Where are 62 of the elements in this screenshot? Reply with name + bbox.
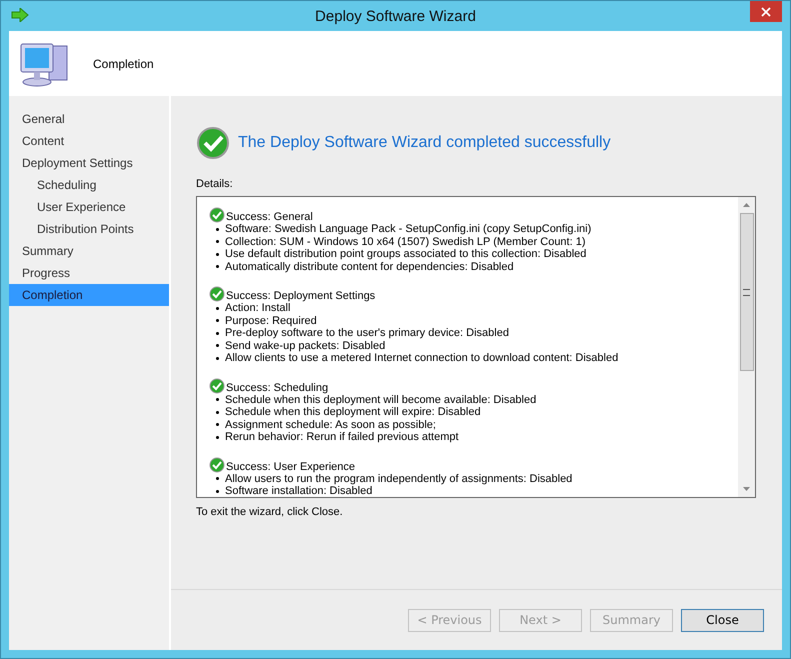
nav-item[interactable]: Completion <box>9 284 169 306</box>
detail-text: Schedule when this deployment will become available: Disabled <box>225 394 536 406</box>
nav-item[interactable]: Scheduling <box>9 174 169 196</box>
success-message: The Deploy Software Wizard completed successfully <box>238 134 611 152</box>
bullet-icon <box>216 490 219 493</box>
nav-item[interactable]: Distribution Points <box>9 218 169 240</box>
bullet-icon <box>216 410 219 414</box>
section-title: Success: General <box>226 211 313 223</box>
nav-item[interactable]: Deployment Settings <box>9 152 169 174</box>
scroll-up-icon <box>743 203 750 207</box>
bullet-icon <box>216 423 219 426</box>
detail-text: Schedule when this deployment will expire: Disabled <box>225 406 481 418</box>
scroll-thumb[interactable] <box>740 213 754 371</box>
bullet-icon <box>216 228 219 231</box>
detail-text: Software: Swedish Language Pack - SetupConfig.ini (copy SetupConfig.ini) <box>225 223 592 236</box>
bullet-icon <box>216 306 219 310</box>
nav-item[interactable]: Progress <box>9 262 169 284</box>
detail-text: Assignment schedule: As soon as possible; <box>225 418 436 431</box>
detail-text: Action: Install <box>225 302 290 314</box>
wizard-button[interactable]: Close <box>681 608 764 632</box>
detail-text: Send wake-up packets: Disabled <box>225 340 386 352</box>
details-label: Details: <box>196 178 234 190</box>
check-icon <box>209 456 225 472</box>
nav-item[interactable]: Summary <box>9 240 169 262</box>
detail-text: Use default distribution point groups associated to this collection: Disabled <box>225 248 586 260</box>
check-icon <box>209 207 225 223</box>
check-icon <box>209 286 225 302</box>
bullet-icon <box>216 319 219 322</box>
section-title: Success: User Experience <box>226 460 355 472</box>
check-icon <box>196 126 230 160</box>
bullet-icon <box>216 344 219 348</box>
check-icon <box>209 378 225 394</box>
scroll-down-icon <box>743 487 750 491</box>
nav-item[interactable]: General <box>9 108 169 130</box>
detail-text: Automatically distribute content for dependencies: Disabled <box>225 260 514 273</box>
detail-text: Allow clients to use a metered Internet connection to download content: Disabled <box>225 352 618 364</box>
page-title: Completion <box>93 56 154 70</box>
detail-text: Purpose: Required <box>225 314 317 327</box>
nav-item[interactable]: User Experience <box>9 196 169 218</box>
section-title: Success: Scheduling <box>226 382 328 394</box>
bullet-icon <box>216 252 219 256</box>
bullet-icon <box>216 332 219 335</box>
bullet-icon <box>216 477 219 480</box>
detail-text: Allow users to run the program independently of assignments: Disabled <box>225 472 572 485</box>
bullet-icon <box>216 265 219 268</box>
window-title: Deploy Software Wizard <box>315 8 476 24</box>
bullet-icon <box>216 356 219 360</box>
nav-item[interactable]: Content <box>9 130 169 152</box>
bullet-icon <box>216 398 219 402</box>
bullet-icon <box>216 436 219 439</box>
detail-text: Rerun behavior: Rerun if failed previous attempt <box>225 431 459 444</box>
detail-text: Pre-deploy software to the user's primary device: Disabled <box>225 327 509 340</box>
scrollbar[interactable] <box>738 197 755 497</box>
detail-text: Software installation: Disabled <box>225 485 372 497</box>
section-title: Success: Deployment Settings <box>226 290 376 302</box>
arrow-icon <box>11 8 29 22</box>
bullet-icon <box>216 240 219 244</box>
close-icon <box>761 6 771 16</box>
detail-text: Collection: SUM - Windows 10 x64 (1507) Swedish LP (Member Count: 1) <box>225 236 586 248</box>
hint-text: To exit the wizard, click Close. <box>196 506 344 518</box>
grip-icon <box>743 288 750 296</box>
close-button[interactable] <box>750 1 782 22</box>
